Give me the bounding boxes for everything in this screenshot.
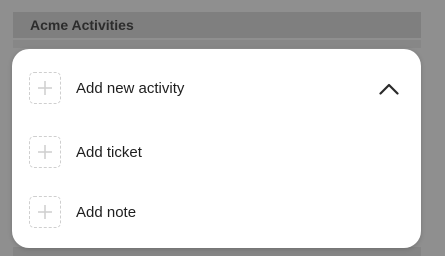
add-new-activity-label: Add new activity xyxy=(76,79,185,97)
plus-icon xyxy=(29,196,61,228)
background-footer xyxy=(13,247,421,256)
plus-icon xyxy=(29,136,61,168)
background-strip xyxy=(13,40,421,48)
add-activity-menu: Add new activity Add ticket Add note xyxy=(12,49,421,248)
add-ticket-item[interactable]: Add ticket xyxy=(29,135,409,169)
section-title: Acme Activities xyxy=(13,12,421,38)
add-ticket-label: Add ticket xyxy=(76,143,142,161)
plus-icon xyxy=(29,72,61,104)
add-note-label: Add note xyxy=(76,203,137,221)
add-new-activity-item[interactable]: Add new activity xyxy=(29,71,409,105)
add-note-item[interactable]: Add note xyxy=(29,195,409,229)
chevron-up-icon[interactable] xyxy=(378,81,400,97)
